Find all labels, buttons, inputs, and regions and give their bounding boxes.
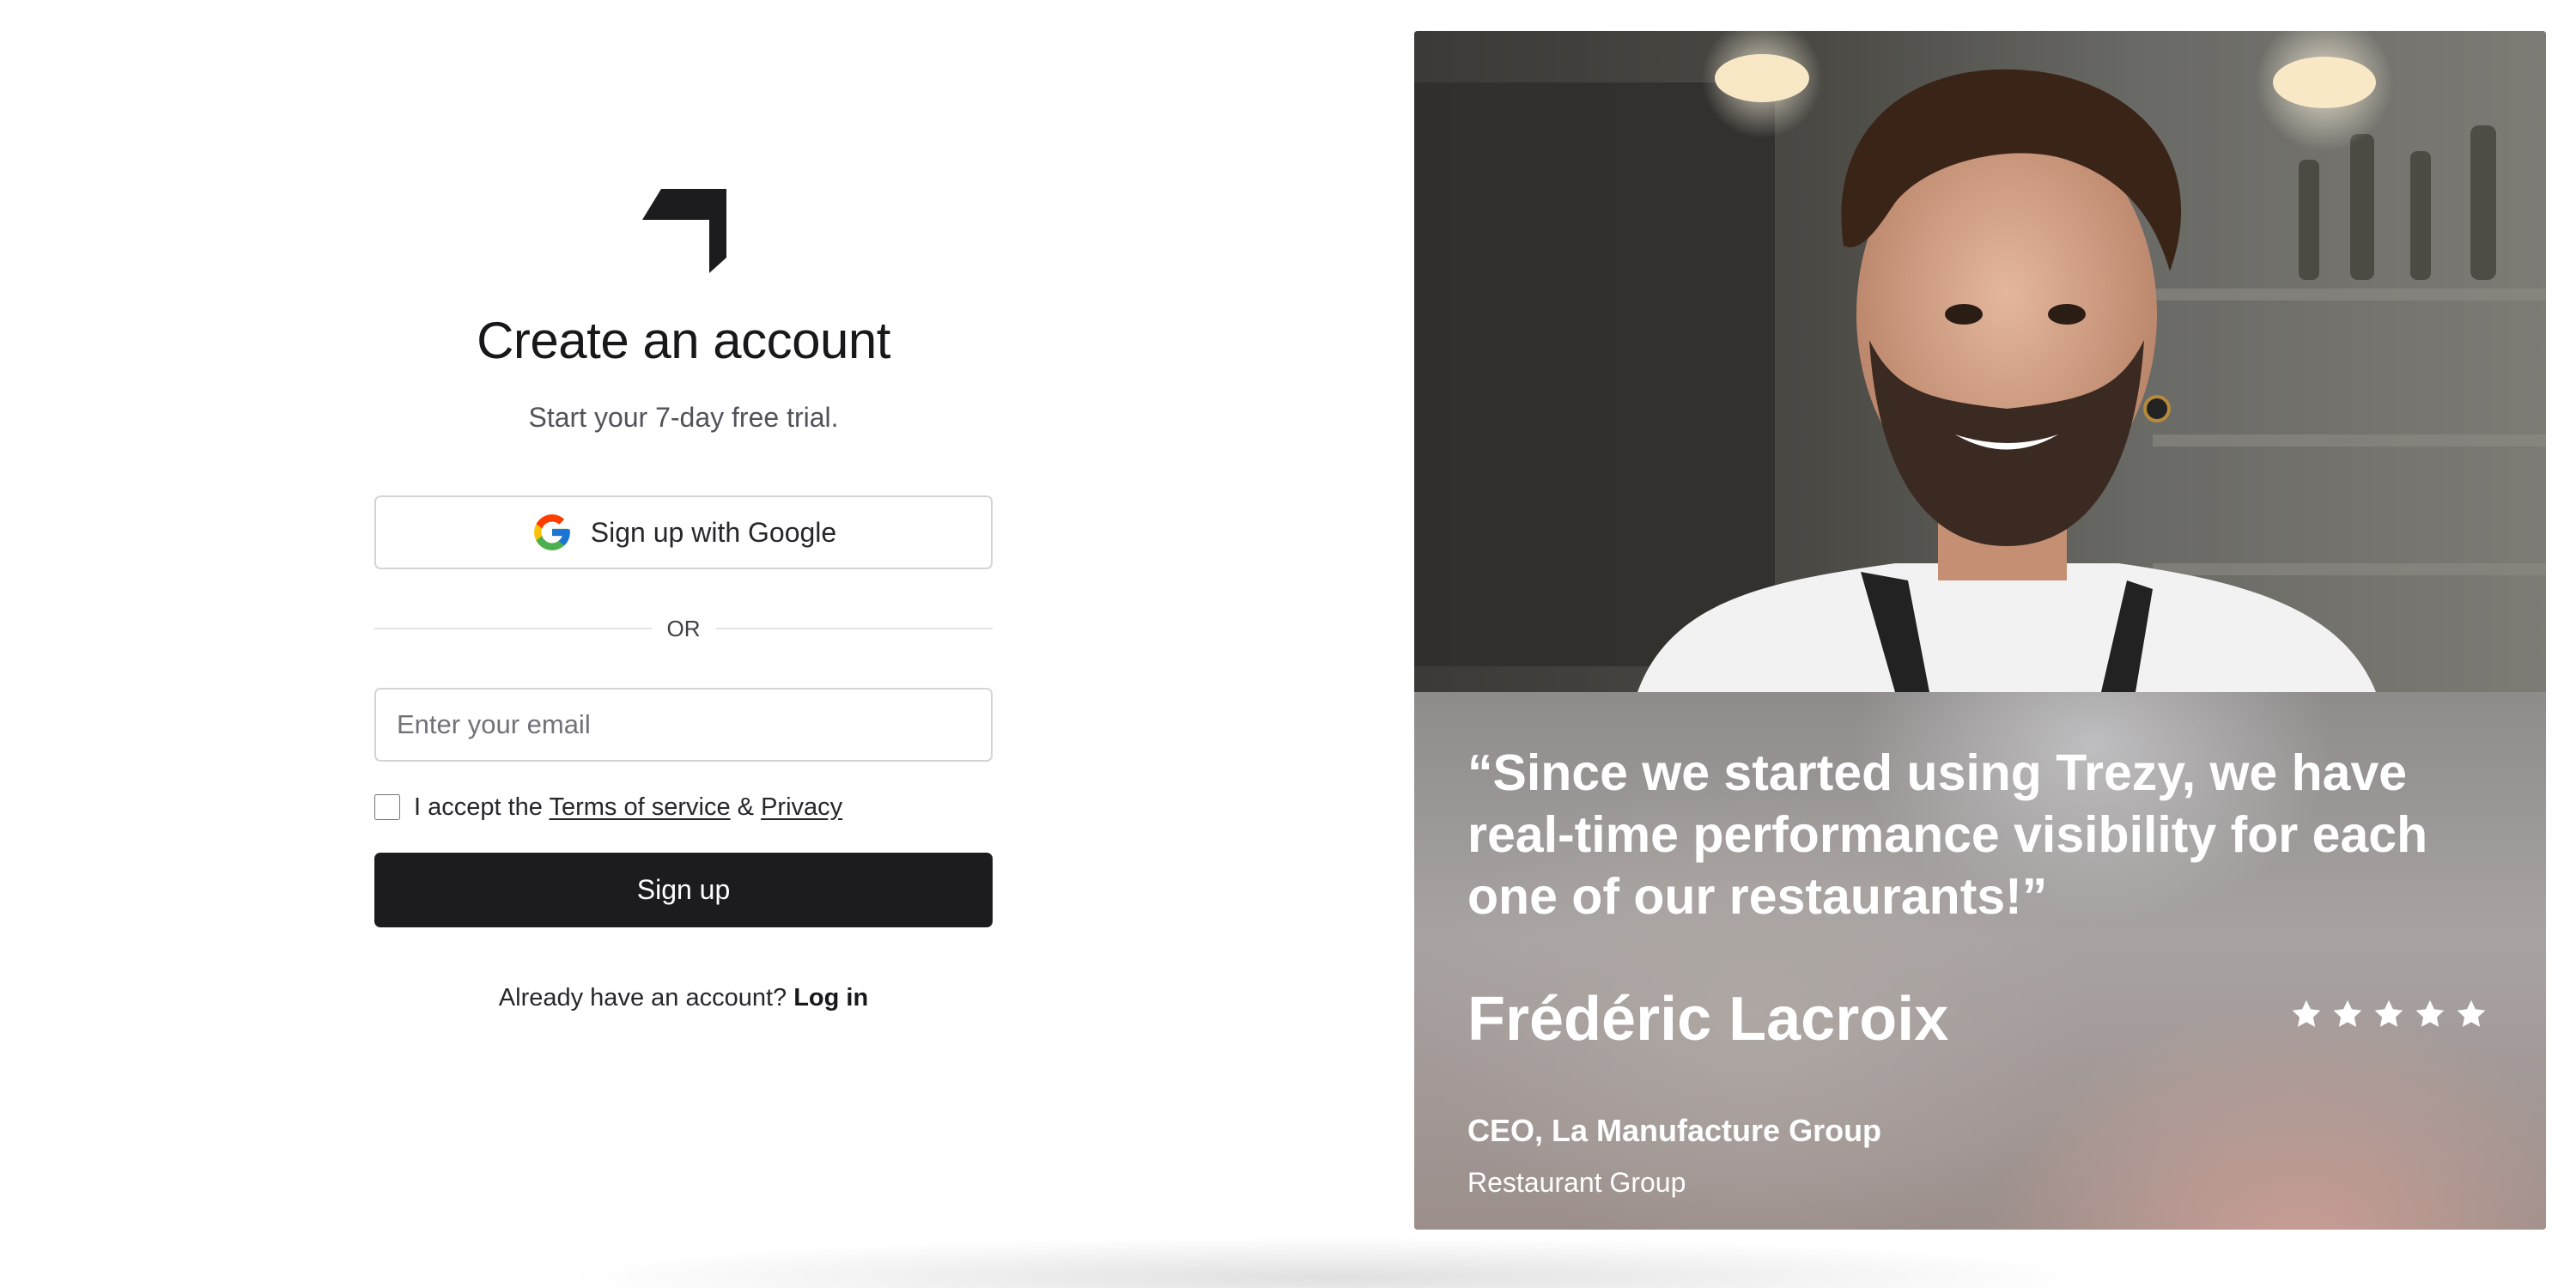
terms-text: I accept the Terms of service & Privacy [414,793,842,822]
divider-label: OR [666,615,701,641]
testimonial-author-role: CEO, La Manufacture Group [1467,1113,1882,1148]
google-icon [533,514,570,550]
star-icon [2333,999,2362,1027]
terms-prefix: I accept the [414,793,543,821]
google-signup-button[interactable]: Sign up with Google [374,495,993,569]
page-subtitle: Start your 7-day free trial. [528,402,839,433]
login-prompt-text: Already have an account? [498,984,787,1012]
login-prompt: Already have an account? Log in [374,984,993,1012]
star-icon [2415,999,2445,1027]
testimonial-author-name: Frédéric Lacroix [1467,985,1949,1054]
email-field[interactable] [374,688,993,762]
star-icon [2457,999,2486,1027]
testimonial-author-company: Restaurant Group [1467,1167,1686,1198]
rating-stars [2290,998,2488,1030]
star-icon [2374,999,2403,1027]
testimonial-card: “Since we started using Trezy, we have r… [1414,692,2546,1230]
divider-line-left [374,628,652,629]
terms-separator: & [737,793,754,821]
privacy-link[interactable]: Privacy [761,793,842,821]
google-signup-label: Sign up with Google [590,516,837,548]
terms-checkbox[interactable] [374,794,400,820]
star-icon [2292,999,2321,1027]
terms-of-service-link[interactable]: Terms of service [549,793,730,821]
testimonial-photo [1414,31,2546,692]
signup-button[interactable]: Sign up [374,853,993,927]
bottom-shadow [558,1236,2104,1288]
page-title: Create an account [477,312,890,369]
or-divider: OR [374,611,993,646]
divider-line-right [715,628,993,629]
terms-row: I accept the Terms of service & Privacy [374,792,842,823]
brand-logo-icon [642,189,726,273]
testimonial-panel: “Since we started using Trezy, we have r… [1414,31,2546,1230]
login-link[interactable]: Log in [793,984,868,1012]
testimonial-quote: “Since we started using Trezy, we have r… [1467,744,2428,925]
signup-pane: Create an account Start your 7-day free … [0,0,2104,1288]
